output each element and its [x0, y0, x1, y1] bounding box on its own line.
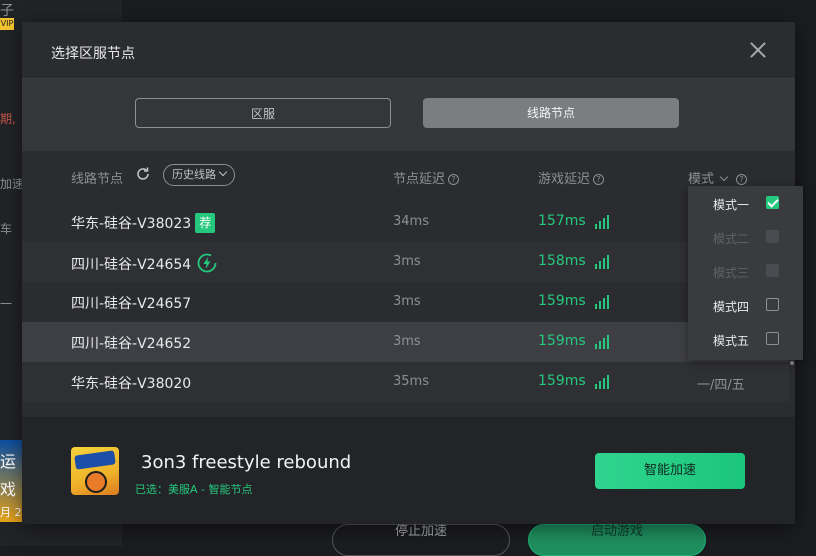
- background-text: 子: [0, 3, 14, 19]
- signal-icon: [595, 375, 609, 389]
- node-name: 四川-硅谷-V24652: [71, 336, 192, 352]
- chevron-down-icon: [218, 167, 228, 177]
- background-text: 一: [0, 297, 13, 311]
- header-node-latency-label: 节点延迟: [393, 172, 446, 187]
- help-icon[interactable]: ?: [593, 174, 605, 185]
- tab-line-node[interactable]: 线路节点: [423, 98, 679, 128]
- checkbox-icon[interactable]: [766, 332, 779, 345]
- checkbox-disabled-icon: [766, 230, 779, 243]
- mode-option-label: 模式四: [713, 300, 750, 314]
- node-latency: 35ms: [393, 374, 429, 389]
- lightning-icon: [197, 253, 217, 273]
- node-latency: 3ms: [393, 294, 421, 309]
- banner-text: 月 2: [0, 506, 22, 519]
- basketball-icon: [85, 471, 107, 493]
- checkbox-disabled-icon: [766, 264, 779, 277]
- logo-banner: [74, 450, 116, 470]
- mode-option-label: 模式一: [713, 198, 750, 212]
- signal-icon: [595, 215, 609, 229]
- row-mode: 一/四/五: [697, 378, 745, 393]
- signal-icon: [595, 295, 609, 309]
- modal-footer: 3on3 freestyle rebound 已选：美服A - 智能节点 智能加…: [22, 417, 795, 524]
- vip-badge: VIP: [0, 18, 14, 30]
- background-text: 加速: [0, 177, 25, 191]
- game-latency: 158ms: [538, 253, 586, 269]
- launch-game-button[interactable]: 启动游戏: [528, 524, 706, 556]
- game-latency: 159ms: [538, 333, 586, 349]
- mode-option-3: 模式三: [688, 254, 803, 288]
- scrollbar-thumb[interactable]: [790, 361, 794, 365]
- checkbox-checked-icon[interactable]: [766, 196, 779, 209]
- history-label: 历史线路: [172, 168, 216, 181]
- chevron-down-icon: [719, 172, 729, 182]
- mode-option-label: 模式二: [713, 232, 750, 246]
- row-name-cell: 华东-硅谷-V38023 荐: [71, 213, 216, 233]
- game-logo-icon: [71, 447, 119, 495]
- game-latency: 159ms: [538, 293, 586, 309]
- mode-option-2: 模式二: [688, 220, 803, 254]
- banner-text: 戏: [0, 480, 17, 499]
- table-row[interactable]: 华东-硅谷-V38020 35ms 159ms 一/四/五: [22, 362, 789, 402]
- mode-dropdown: 模式一 模式二 模式三 模式四 模式五: [688, 186, 803, 360]
- node-name: 华东-硅谷-V38020: [71, 376, 192, 392]
- game-title: 3on3 freestyle rebound: [141, 452, 352, 473]
- table-row[interactable]: 华东-硅谷-V38023 荐 34ms 157ms: [22, 202, 789, 242]
- node-name: 四川-硅谷-V24657: [71, 296, 192, 312]
- selected-server-label: 已选：美服A - 智能节点: [135, 483, 253, 496]
- smart-accelerate-button[interactable]: 智能加速: [595, 453, 745, 489]
- header-game-latency-label: 游戏延迟: [538, 172, 591, 187]
- select-server-modal: 选择区服节点 区服 线路节点 线路节点 历史线路 节点延迟? 游戏延迟? 模式?…: [22, 22, 803, 524]
- node-name: 华东-硅谷-V38023: [71, 216, 192, 232]
- recommended-badge: 荐: [195, 213, 216, 233]
- node-latency: 3ms: [393, 334, 421, 349]
- signal-icon: [595, 335, 609, 349]
- row-name-cell: 四川-硅谷-V24654: [71, 253, 217, 274]
- tab-region[interactable]: 区服: [135, 98, 391, 128]
- header-game-latency: 游戏延迟?: [538, 168, 605, 187]
- header-mode-label: 模式: [688, 172, 715, 187]
- close-icon[interactable]: [746, 38, 770, 62]
- background-text: 车: [0, 222, 13, 236]
- stop-accelerate-button[interactable]: 停止加速: [332, 524, 510, 556]
- signal-icon: [595, 255, 609, 269]
- node-latency: 3ms: [393, 254, 421, 269]
- table-row[interactable]: 四川-硅谷-V24652 3ms 159ms: [22, 322, 789, 362]
- node-name: 四川-硅谷-V24654: [71, 257, 192, 273]
- mode-option-label: 模式三: [713, 266, 750, 280]
- help-icon[interactable]: ?: [736, 174, 748, 185]
- history-lines-button[interactable]: 历史线路: [163, 164, 235, 186]
- checkbox-icon[interactable]: [766, 298, 779, 311]
- refresh-icon[interactable]: [135, 166, 151, 182]
- banner-text: 运: [0, 452, 17, 471]
- background-text: 期,: [0, 112, 16, 126]
- background-banner: 运 戏 月 2: [0, 440, 22, 522]
- table-row[interactable]: 四川-硅谷-V24654 3ms 158ms: [22, 242, 789, 282]
- header-line-node: 线路节点: [71, 172, 124, 187]
- mode-option-label: 模式五: [713, 334, 750, 348]
- node-list: 华东-硅谷-V38023 荐 34ms 157ms 四川-硅谷-V24654 3m…: [22, 202, 789, 416]
- game-latency: 157ms: [538, 213, 586, 229]
- table-header: 线路节点 历史线路 节点延迟? 游戏延迟? 模式?: [22, 152, 795, 200]
- mode-option-5[interactable]: 模式五: [688, 322, 803, 356]
- modal-header: 选择区服节点: [22, 22, 795, 79]
- game-latency: 159ms: [538, 373, 586, 389]
- mode-option-4[interactable]: 模式四: [688, 288, 803, 322]
- node-latency: 34ms: [393, 214, 429, 229]
- help-icon[interactable]: ?: [448, 174, 460, 185]
- modal-title: 选择区服节点: [51, 46, 135, 62]
- table-row[interactable]: 四川-硅谷-V24657 3ms 159ms: [22, 282, 789, 322]
- tab-bar: 区服 线路节点: [22, 79, 795, 151]
- mode-dropdown-trigger[interactable]: 模式?: [688, 168, 748, 187]
- mode-option-1[interactable]: 模式一: [688, 186, 803, 220]
- header-node-latency: 节点延迟?: [393, 168, 460, 187]
